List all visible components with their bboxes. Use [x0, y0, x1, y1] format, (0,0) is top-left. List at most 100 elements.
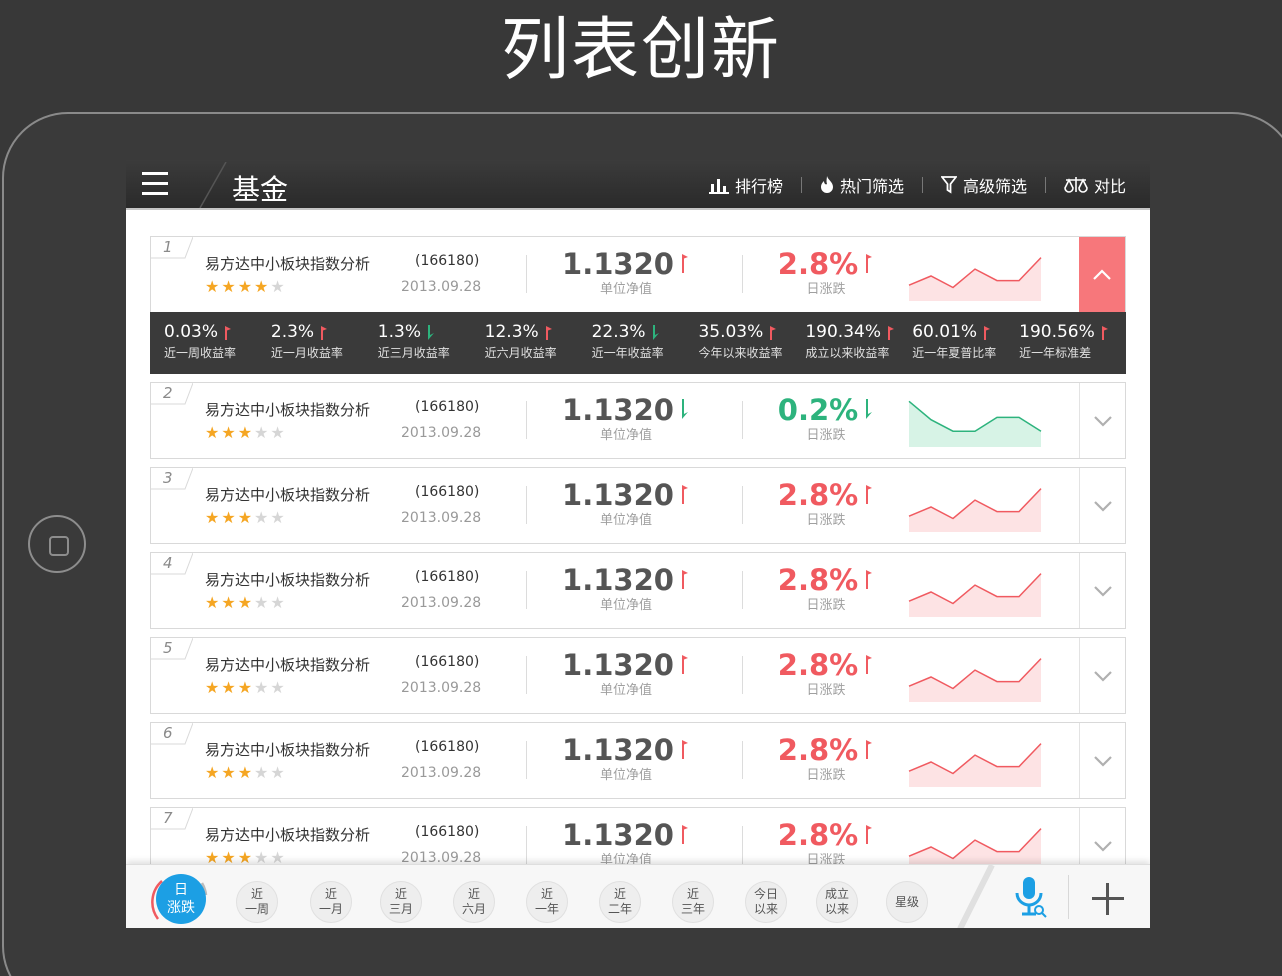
rank-number: 1 — [163, 238, 173, 256]
period-button[interactable]: 星级 — [886, 881, 928, 923]
daily-change: 2.8% 日涨跌 — [751, 733, 901, 783]
column-divider — [742, 255, 743, 293]
daily-change-text: 2.8% — [777, 648, 859, 682]
net-value-text: 1.1320 — [562, 648, 674, 682]
fund-card[interactable]: 6 易方达中小板块指数分析 (166180) ★★★★★ 2013.09.28 1.132… — [150, 722, 1126, 799]
period-button[interactable]: 近 六月 — [453, 881, 495, 923]
hot-filter-button[interactable]: 热门筛选 — [820, 173, 904, 197]
net-value-number: 1.1320 — [551, 563, 701, 597]
up-arrow-icon — [984, 326, 991, 340]
period-button[interactable]: 近 一月 — [310, 881, 352, 923]
chevron-down-icon — [1093, 755, 1112, 767]
page-heading: 列表创新 — [500, 11, 781, 90]
return-value: 1.3% — [378, 322, 485, 342]
star-icon: ★ — [221, 678, 238, 697]
net-value-number: 1.1320 — [551, 818, 701, 852]
expand-button[interactable] — [1079, 638, 1125, 713]
daily-change: 2.8% 日涨跌 — [751, 247, 901, 297]
chevron-up-icon — [1093, 268, 1111, 280]
expand-button[interactable] — [1079, 723, 1125, 798]
fund-card[interactable]: 3 易方达中小板块指数分析 (166180) ★★★★★ 2013.09.28 1.132… — [150, 467, 1126, 544]
return-value-text: 190.34% — [805, 322, 881, 342]
column-divider — [526, 571, 527, 609]
daily-change-label: 日涨跌 — [806, 428, 846, 443]
return-value-text: 1.3% — [377, 322, 421, 342]
daily-change-number: 2.8% — [751, 563, 901, 597]
period-button[interactable]: 近 三月 — [380, 881, 422, 923]
net-value: 1.1320 单位净值 — [551, 478, 701, 528]
expand-button[interactable] — [1079, 468, 1125, 543]
return-stat: 22.3% 近一年收益率 — [592, 312, 699, 374]
net-value-number: 1.1320 — [551, 478, 701, 512]
period-button[interactable]: 近 二年 — [599, 881, 641, 923]
collapse-button[interactable] — [1079, 237, 1125, 312]
fund-card[interactable]: 5 易方达中小板块指数分析 (166180) ★★★★★ 2013.09.28 1.132… — [150, 637, 1126, 714]
daily-change-label: 日涨跌 — [806, 513, 846, 528]
fund-list: 1 易方达中小板块指数分析 (166180) ★★★★★ 2013.09.28 1.132… — [150, 236, 1126, 892]
period-button[interactable]: 近 一周 — [236, 881, 278, 923]
rank-number: 3 — [163, 469, 173, 487]
star-icon: ★ — [237, 277, 255, 296]
star-icon: ★ — [270, 277, 287, 296]
fund-name: 易方达中小板块指数分析 — [205, 401, 371, 419]
return-value-text: 190.56% — [1019, 322, 1095, 342]
period-button[interactable]: 日 涨跌 — [156, 874, 206, 924]
up-arrow-icon — [866, 740, 873, 759]
daily-change-number: 2.8% — [751, 478, 901, 512]
period-button[interactable]: 近 三年 — [672, 881, 714, 923]
toolbar-divider — [800, 177, 802, 193]
star-icon: ★ — [205, 508, 222, 527]
compare-button[interactable]: 对比 — [1064, 173, 1126, 197]
star-icon: ★ — [254, 277, 271, 296]
up-arrow-icon — [1101, 326, 1108, 340]
down-arrow-icon — [427, 325, 434, 340]
daily-change-number: 2.8% — [751, 733, 901, 767]
expand-button[interactable] — [1079, 553, 1125, 628]
fund-date: 2013.09.28 — [401, 680, 482, 696]
fund-card[interactable]: 1 易方达中小板块指数分析 (166180) ★★★★★ 2013.09.28 1.132… — [150, 236, 1126, 313]
period-button[interactable]: 近 一年 — [526, 881, 568, 923]
column-divider — [526, 255, 527, 293]
plus-icon — [1092, 883, 1124, 915]
home-button[interactable] — [28, 515, 86, 573]
net-value: 1.1320 单位净值 — [551, 393, 701, 443]
menu-icon[interactable] — [142, 172, 168, 196]
fund-code: (166180) — [415, 253, 480, 269]
column-divider — [526, 656, 527, 694]
return-label: 近一年标准差 — [1019, 346, 1092, 360]
daily-change-text: 0.2% — [777, 393, 859, 427]
toolbar-divider — [921, 177, 923, 193]
star-icon: ★ — [221, 508, 238, 527]
fund-date: 2013.09.28 — [401, 595, 482, 611]
star-icon: ★ — [237, 423, 255, 442]
fund-name: 易方达中小板块指数分析 — [205, 826, 371, 844]
fund-card[interactable]: 2 易方达中小板块指数分析 (166180) ★★★★★ 2013.09.28 1.132… — [150, 382, 1126, 459]
toolbar-divider — [1044, 177, 1046, 193]
up-arrow-icon — [681, 254, 688, 273]
column-divider — [742, 401, 743, 439]
up-arrow-icon — [866, 825, 873, 844]
period-button[interactable]: 成立 以来 — [816, 881, 858, 923]
rank-number: 6 — [163, 724, 173, 742]
return-value: 12.3% — [485, 322, 592, 342]
expand-button[interactable] — [1079, 383, 1125, 458]
add-button[interactable] — [1088, 879, 1128, 919]
fund-code: (166180) — [415, 654, 480, 670]
daily-change-label: 日涨跌 — [806, 768, 846, 783]
returns-panel: 0.03% 近一周收益率 2.3% 近一月收益率 1.3% 近三月收益率 12.3% 近六月收… — [150, 312, 1126, 374]
star-rating: ★★★★★ — [205, 423, 287, 442]
period-button[interactable]: 今日 以来 — [745, 881, 787, 923]
fund-card[interactable]: 4 易方达中小板块指数分析 (166180) ★★★★★ 2013.09.28 1.132… — [150, 552, 1126, 629]
advanced-filter-button[interactable]: 高级筛选 — [940, 173, 1027, 197]
ranking-button[interactable]: 排行榜 — [708, 173, 783, 197]
daily-change-number: 2.8% — [751, 648, 901, 682]
sparkline-chart — [908, 400, 1042, 447]
daily-change-number: 0.2% — [751, 393, 901, 427]
column-divider — [742, 486, 743, 524]
column-divider — [742, 741, 743, 779]
sparkline-chart — [908, 743, 1042, 787]
star-rating: ★★★★★ — [205, 593, 287, 612]
return-label: 近六月收益率 — [484, 346, 557, 360]
net-value-text: 1.1320 — [562, 733, 674, 767]
voice-search-button[interactable] — [1010, 875, 1050, 921]
